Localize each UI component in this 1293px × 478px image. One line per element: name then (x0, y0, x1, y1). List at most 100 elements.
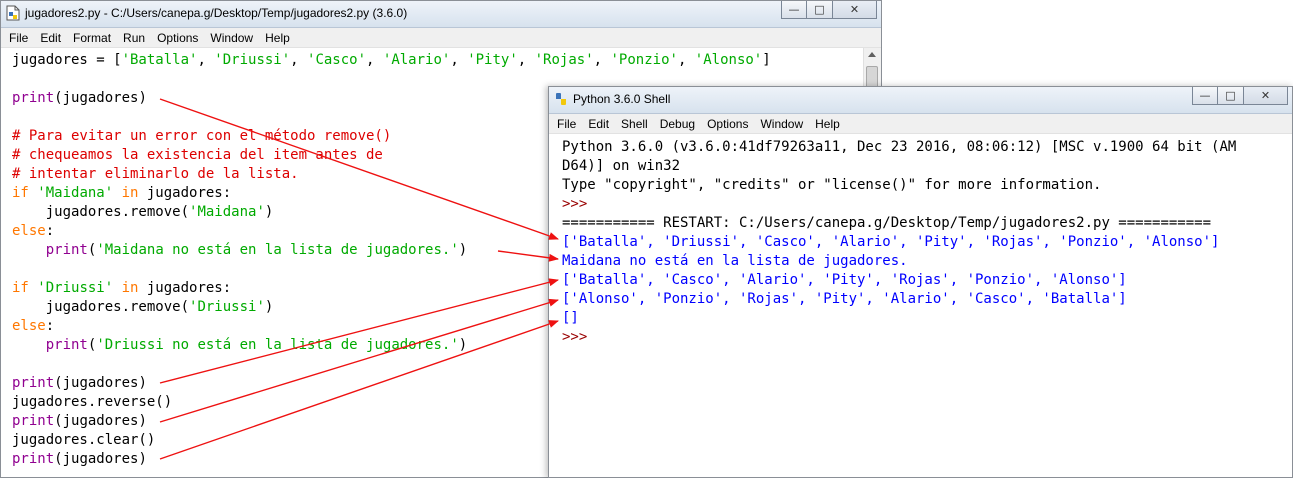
editor-code-token (113, 280, 121, 296)
editor-code-token: (jugadores) (54, 413, 147, 429)
shell-output-line: Python 3.6.0 (v3.6.0:41df79263a11, Dec 2… (562, 138, 1236, 157)
shell-menu-debug[interactable]: Debug (654, 117, 701, 131)
shell-output-token: ['Batalla', 'Driussi', 'Casco', 'Alario'… (562, 234, 1220, 250)
editor-code-token: else (12, 223, 46, 239)
editor-code-token: jugadores.reverse() (12, 394, 173, 410)
editor-code-token: jugadores.remove( (12, 204, 190, 220)
editor-code-line: jugadores = ['Batalla', 'Driussi', 'Casc… (12, 51, 771, 70)
editor-code-token: print (12, 451, 55, 467)
shell-output-token: >>> (562, 196, 596, 212)
close-icon: ✕ (849, 3, 860, 16)
python-shell-icon (556, 93, 566, 105)
shell-output-line: ['Alonso', 'Ponzio', 'Rojas', 'Pity', 'A… (562, 290, 1236, 309)
shell-title: Python 3.6.0 Shell (573, 92, 671, 106)
close-button[interactable]: ✕ (833, 1, 877, 19)
editor-code-token: , (517, 52, 535, 68)
shell-menu-options[interactable]: Options (701, 117, 754, 131)
idle-python-file-icon (6, 5, 20, 21)
editor-menu-options[interactable]: Options (151, 31, 204, 45)
editor-code-token: print (45, 337, 88, 353)
editor-code-token: jugadores: (138, 185, 232, 201)
shell-output-token: =========== RESTART: C:/Users/canepa.g/D… (562, 215, 1212, 231)
shell-menu-window[interactable]: Window (754, 117, 809, 131)
shell-output-line: [] (562, 309, 1236, 328)
shell-output-token: Type "copyright", "credits" or "license(… (562, 177, 1102, 193)
editor-code-token: # intentar eliminarlo de la lista. (12, 166, 299, 182)
editor-code-token: 'Alario' (382, 52, 451, 68)
shell-output-token: Python 3.6.0 (v3.6.0:41df79263a11, Dec 2… (562, 139, 1237, 155)
editor-menubar: File Edit Format Run Options Window Help (1, 28, 881, 48)
editor-code-token: in (121, 280, 139, 296)
shell-output-token: >>> (562, 329, 596, 345)
editor-menu-edit[interactable]: Edit (34, 31, 67, 45)
shell-menu-file[interactable]: File (551, 117, 582, 131)
shell-window: Python 3.6.0 Shell — □ ✕ File Edit Shell De… (548, 86, 1293, 478)
editor-code-token: 'Ponzio' (610, 52, 678, 68)
maximize-icon: □ (814, 3, 825, 16)
close-button[interactable]: ✕ (1244, 87, 1288, 105)
editor-code-token: ) (264, 299, 274, 315)
editor-code-token: , (197, 52, 215, 68)
editor-menu-format[interactable]: Format (67, 31, 117, 45)
shell-output-area[interactable]: Python 3.6.0 (v3.6.0:41df79263a11, Dec 2… (562, 138, 1236, 347)
shell-output-token: [] (562, 310, 579, 326)
editor-code-token: print (12, 375, 55, 391)
editor-code-token: if (12, 185, 29, 201)
shell-output-line: >>> (562, 328, 1236, 347)
editor-code-token: , (450, 52, 468, 68)
shell-output-line: >>> (562, 195, 1236, 214)
editor-code-token: 'Driussi' (214, 52, 291, 68)
editor-code-token (12, 337, 46, 353)
maximize-icon: □ (1225, 89, 1236, 102)
editor-titlebar[interactable]: jugadores2.py - C:/Users/canepa.g/Deskto… (1, 1, 881, 28)
editor-code-token: 'Maidana' (37, 185, 114, 201)
minimize-button[interactable]: — (1192, 87, 1218, 105)
shell-output-token: D64)] on win32 (562, 158, 681, 174)
editor-code-token: jugadores.remove( (12, 299, 190, 315)
shell-menu-help[interactable]: Help (809, 117, 846, 131)
editor-code-token: jugadores.clear() (12, 432, 156, 448)
shell-menu-shell[interactable]: Shell (615, 117, 654, 131)
editor-menu-run[interactable]: Run (117, 31, 151, 45)
shell-titlebar[interactable]: Python 3.6.0 Shell — □ ✕ (549, 87, 1292, 114)
shell-output-line: ['Batalla', 'Driussi', 'Casco', 'Alario'… (562, 233, 1236, 252)
editor-code-token: print (12, 90, 55, 106)
editor-code-token (113, 185, 121, 201)
editor-code-token: 'Driussi' (189, 299, 265, 315)
shell-output-token: Maidana no está en la lista de jugadores… (562, 253, 908, 269)
editor-code-token: : (45, 223, 55, 239)
editor-menu-file[interactable]: File (3, 31, 34, 45)
scroll-up-arrow-icon[interactable] (868, 52, 876, 57)
shell-output-line: Maidana no está en la lista de jugadores… (562, 252, 1236, 271)
editor-code-token: , (677, 52, 695, 68)
editor-code-token: print (12, 413, 55, 429)
maximize-button[interactable]: □ (807, 1, 833, 19)
shell-output-line: Type "copyright", "credits" or "license(… (562, 176, 1236, 195)
shell-output-line: =========== RESTART: C:/Users/canepa.g/D… (562, 214, 1236, 233)
editor-code-token: (jugadores) (54, 375, 147, 391)
editor-code-token: , (366, 52, 383, 68)
editor-code-token: jugadores = [ (12, 52, 122, 68)
editor-code-token: 'Pity' (467, 52, 518, 68)
editor-code-token: ) (458, 337, 468, 353)
editor-code-token: else (12, 318, 46, 334)
shell-menu-edit[interactable]: Edit (582, 117, 615, 131)
editor-code-token: (jugadores) (54, 451, 147, 467)
editor-code-token: ) (264, 204, 274, 220)
editor-code-token: if (12, 280, 29, 296)
editor-code-token (12, 242, 46, 258)
shell-window-controls: — □ ✕ (1192, 87, 1288, 105)
editor-code-token: 'Driussi no está en la lista de jugadore… (96, 337, 459, 353)
minimize-button[interactable]: — (781, 1, 807, 19)
close-icon: ✕ (1260, 89, 1271, 102)
shell-output-line: D64)] on win32 (562, 157, 1236, 176)
editor-code-token: , (593, 52, 611, 68)
maximize-button[interactable]: □ (1218, 87, 1244, 105)
shell-output-line: ['Batalla', 'Casco', 'Alario', 'Pity', '… (562, 271, 1236, 290)
editor-menu-window[interactable]: Window (204, 31, 259, 45)
editor-menu-help[interactable]: Help (259, 31, 296, 45)
editor-code-token: 'Alonso' (694, 52, 763, 68)
editor-window-controls: — □ ✕ (781, 1, 877, 19)
editor-code-token: print (45, 242, 88, 258)
editor-code-token: : (45, 318, 55, 334)
